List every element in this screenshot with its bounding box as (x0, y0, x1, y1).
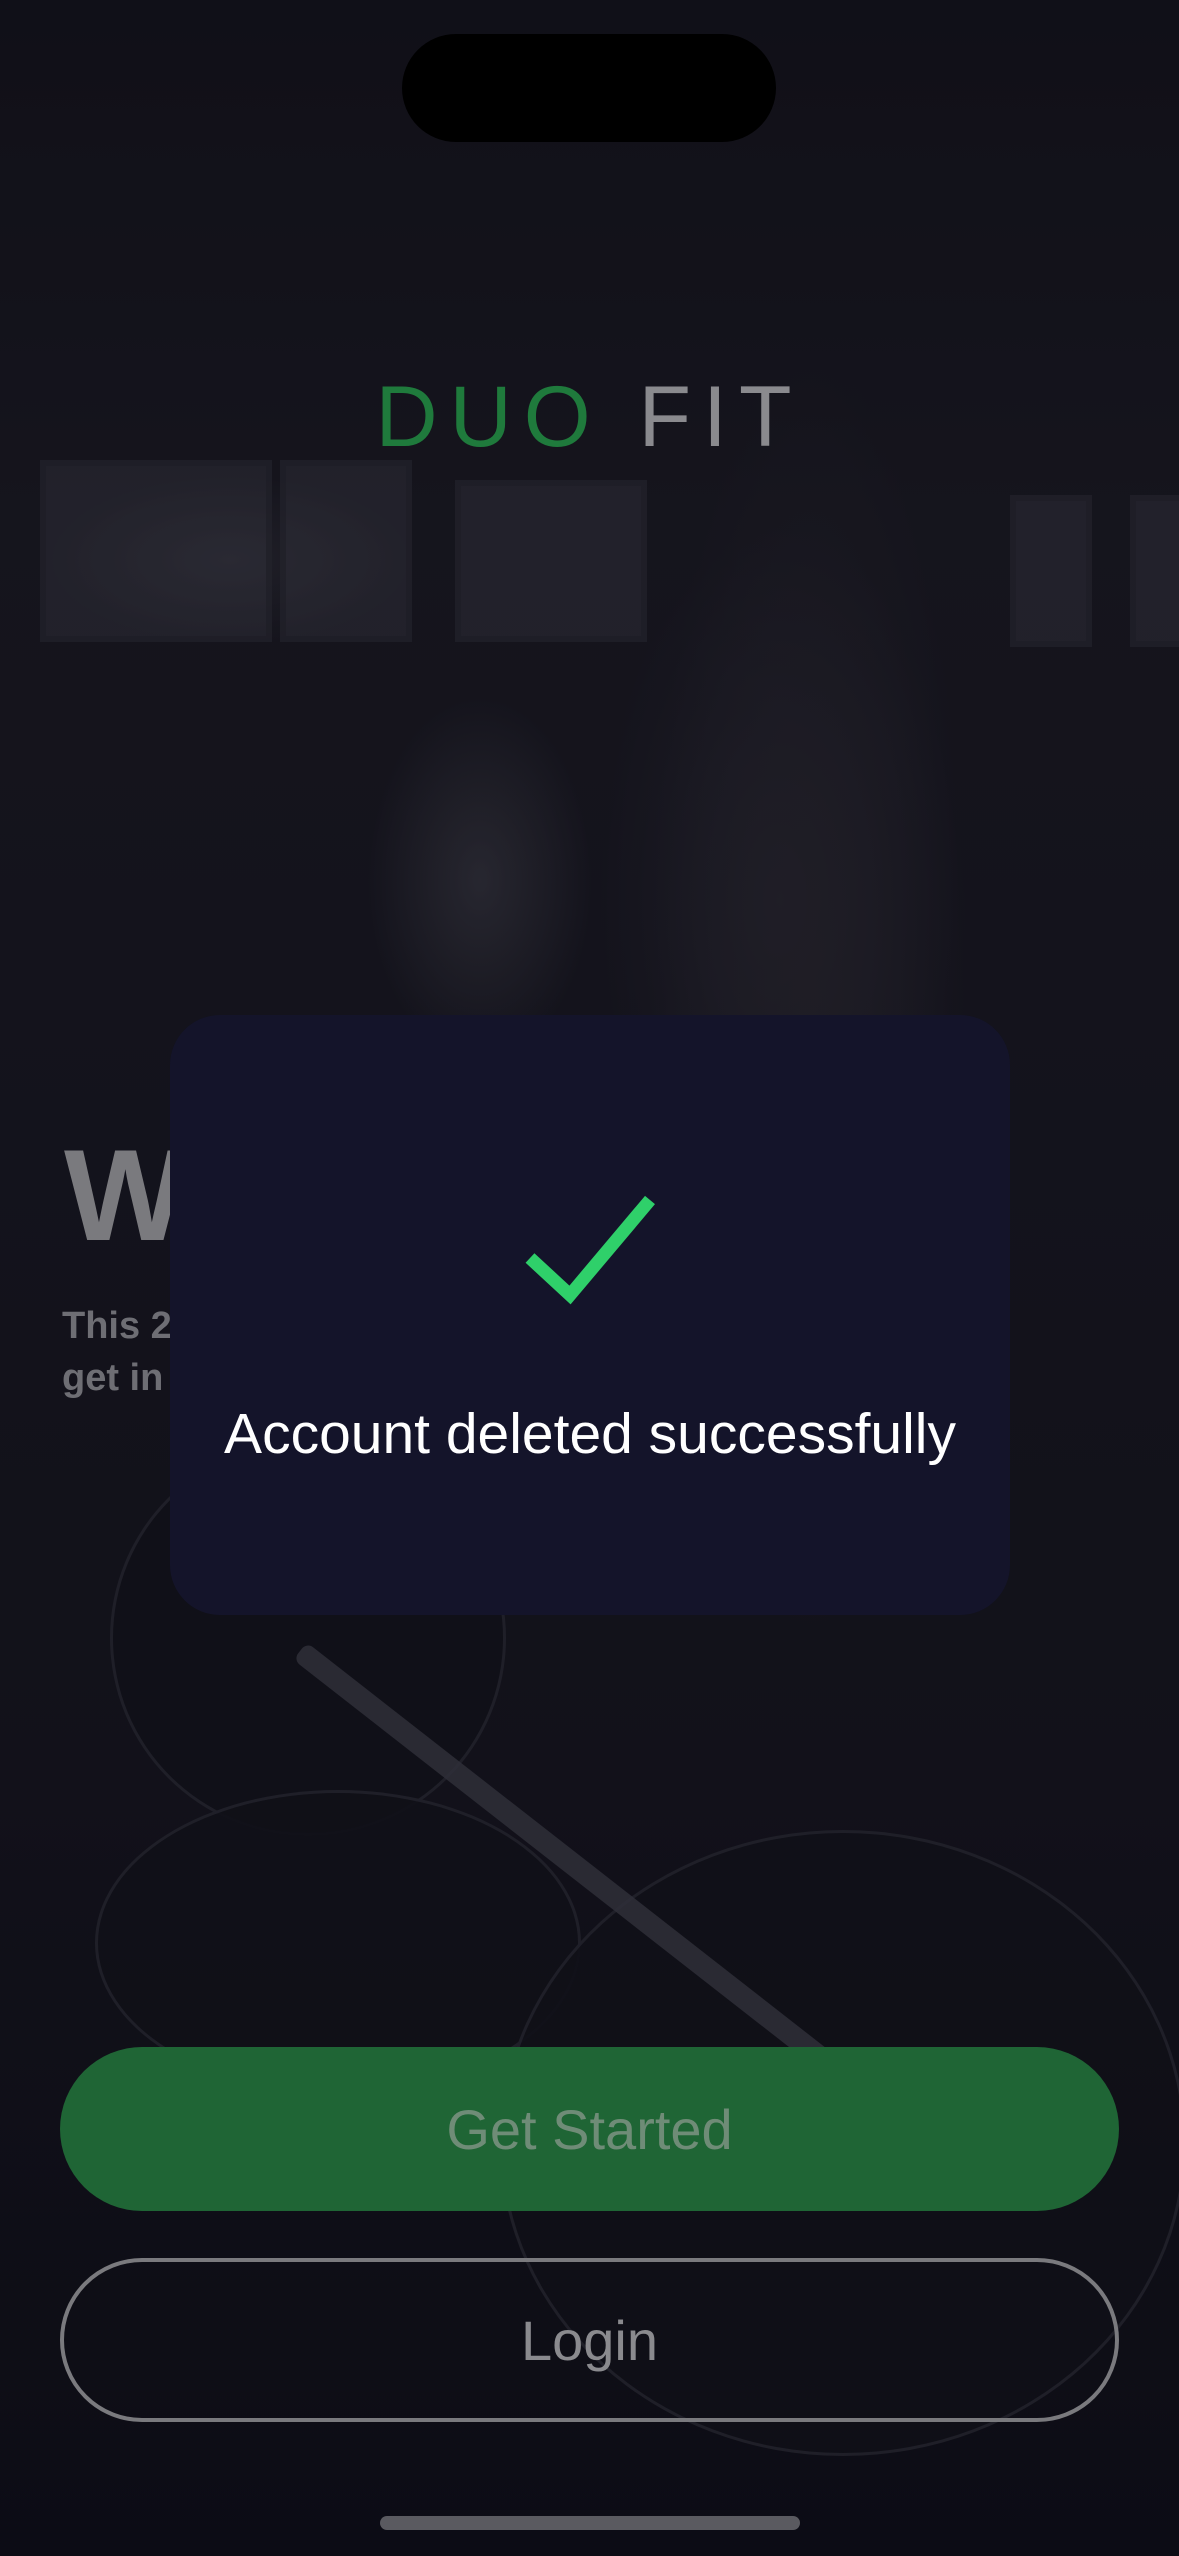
welcome-screen: DUO FIT W This 2 get in Get Started Logi… (0, 0, 1179, 2556)
home-indicator[interactable] (380, 2516, 800, 2530)
logo-word-duo: DUO (375, 369, 603, 465)
login-button[interactable]: Login (60, 2258, 1119, 2422)
success-dialog (170, 1015, 1010, 1615)
dialog-message: Account deleted successfully (224, 1402, 956, 1466)
dynamic-island (402, 34, 776, 142)
welcome-heading: W (64, 1122, 187, 1268)
logo-word-fit: FIT (638, 369, 804, 465)
app-logo: DUO FIT (0, 368, 1179, 467)
get-started-button[interactable]: Get Started (60, 2047, 1119, 2211)
checkmark-icon (525, 1195, 655, 1305)
